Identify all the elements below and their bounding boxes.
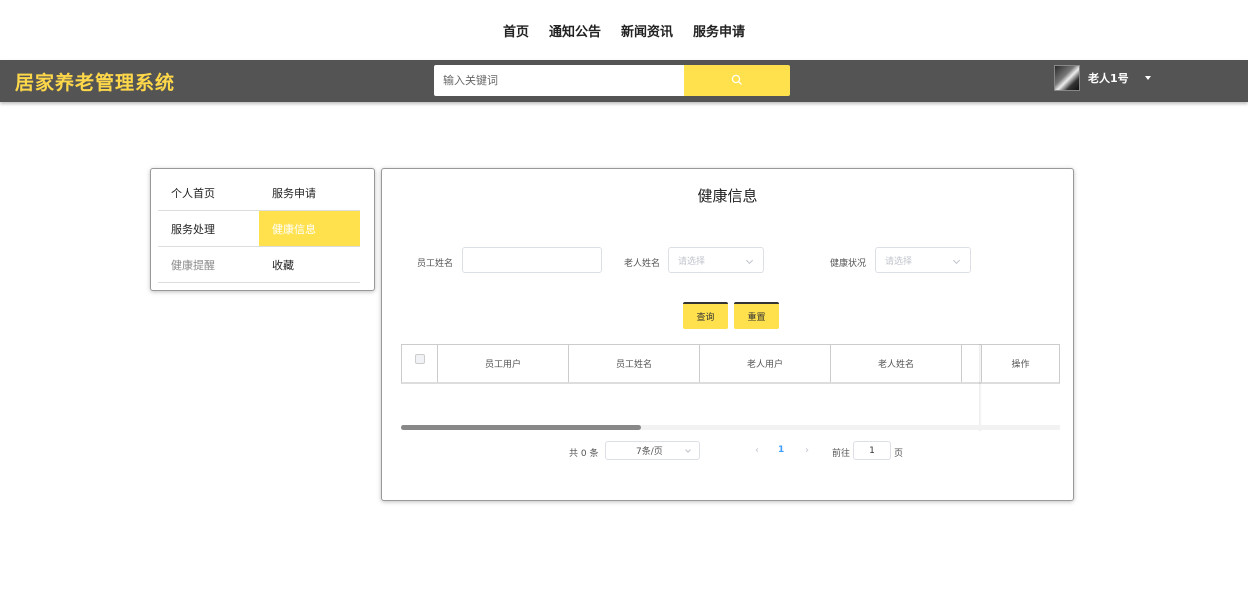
- select-all-cell: [402, 345, 438, 382]
- column-header[interactable]: 员工用户: [438, 345, 569, 382]
- fixed-column-shadow: [979, 344, 982, 431]
- search-button[interactable]: [684, 65, 790, 96]
- sidebar-menu: 个人首页 服务申请 服务处理 健康信息 健康提醒 收藏: [150, 168, 375, 291]
- column-header[interactable]: 老人用户: [700, 345, 831, 382]
- search-input[interactable]: [434, 65, 684, 96]
- health-info-panel: 健康信息 员工姓名 老人姓名 请选择 健康状况 请选择 查询 重置 员工用户 员…: [381, 168, 1074, 501]
- staff-name-label: 员工姓名: [417, 259, 454, 269]
- chevron-down-icon: [685, 447, 691, 453]
- sidebar-item-favorites[interactable]: 收藏: [259, 247, 360, 282]
- chevron-down-icon: [952, 256, 961, 265]
- page-size-select[interactable]: 7条/页: [605, 441, 700, 460]
- goto-label: 前往: [832, 449, 851, 459]
- health-status-placeholder: 请选择: [885, 256, 913, 267]
- select-all-checkbox[interactable]: [414, 353, 425, 364]
- nav-news[interactable]: 新闻资讯: [621, 21, 673, 40]
- column-header[interactable]: 老人姓名: [831, 345, 962, 382]
- elder-name-placeholder: 请选择: [678, 256, 706, 267]
- page-size-value: 7条/页: [636, 447, 663, 457]
- page-suffix: 页: [894, 449, 904, 459]
- sidebar-item-service-handle[interactable]: 服务处理: [158, 211, 259, 246]
- health-status-label: 健康状况: [830, 259, 867, 269]
- staff-name-input[interactable]: [462, 247, 602, 273]
- user-menu[interactable]: 老人1号: [1054, 65, 1151, 91]
- goto-page-input[interactable]: 1: [853, 441, 891, 460]
- table-scrollbar-thumb[interactable]: [401, 425, 641, 430]
- top-navigation: 首页 通知公告 新闻资讯 服务申请: [0, 0, 1248, 60]
- avatar[interactable]: [1054, 65, 1080, 91]
- column-header-actions[interactable]: 操作: [982, 345, 1059, 382]
- pagination: 共 0 条 7条/页 ‹ 1 › 前往 1 页: [382, 441, 1073, 461]
- elder-name-select[interactable]: 请选择: [668, 247, 764, 273]
- health-status-select[interactable]: 请选择: [875, 247, 971, 273]
- query-button[interactable]: 查询: [683, 302, 728, 329]
- nav-service-apply[interactable]: 服务申请: [693, 21, 745, 40]
- nav-home[interactable]: 首页: [503, 21, 529, 40]
- nav-notices[interactable]: 通知公告: [549, 21, 601, 40]
- prev-page-icon[interactable]: ‹: [755, 445, 759, 456]
- chevron-down-icon[interactable]: [1144, 76, 1151, 80]
- sidebar-item-health-info[interactable]: 健康信息: [259, 211, 360, 246]
- header-bar: 居家养老管理系统 老人1号: [0, 60, 1248, 102]
- user-name[interactable]: 老人1号: [1088, 70, 1129, 86]
- chevron-down-icon: [745, 256, 754, 265]
- column-header[interactable]: 员工姓名: [569, 345, 700, 382]
- search-icon: [731, 71, 743, 90]
- data-table-header: 员工用户 员工姓名 老人用户 老人姓名 操作: [401, 344, 1060, 384]
- elder-name-label: 老人姓名: [624, 259, 661, 269]
- site-logo[interactable]: 居家养老管理系统: [15, 68, 175, 95]
- sidebar-item-service-apply[interactable]: 服务申请: [259, 175, 360, 210]
- page-title: 健康信息: [697, 187, 758, 205]
- sidebar-item-health-reminder[interactable]: 健康提醒: [158, 247, 259, 282]
- pagination-total: 共 0 条: [569, 449, 599, 459]
- sidebar-item-profile[interactable]: 个人首页: [158, 175, 259, 210]
- page-number[interactable]: 1: [778, 445, 784, 455]
- reset-button[interactable]: 重置: [734, 302, 779, 329]
- next-page-icon[interactable]: ›: [805, 445, 809, 456]
